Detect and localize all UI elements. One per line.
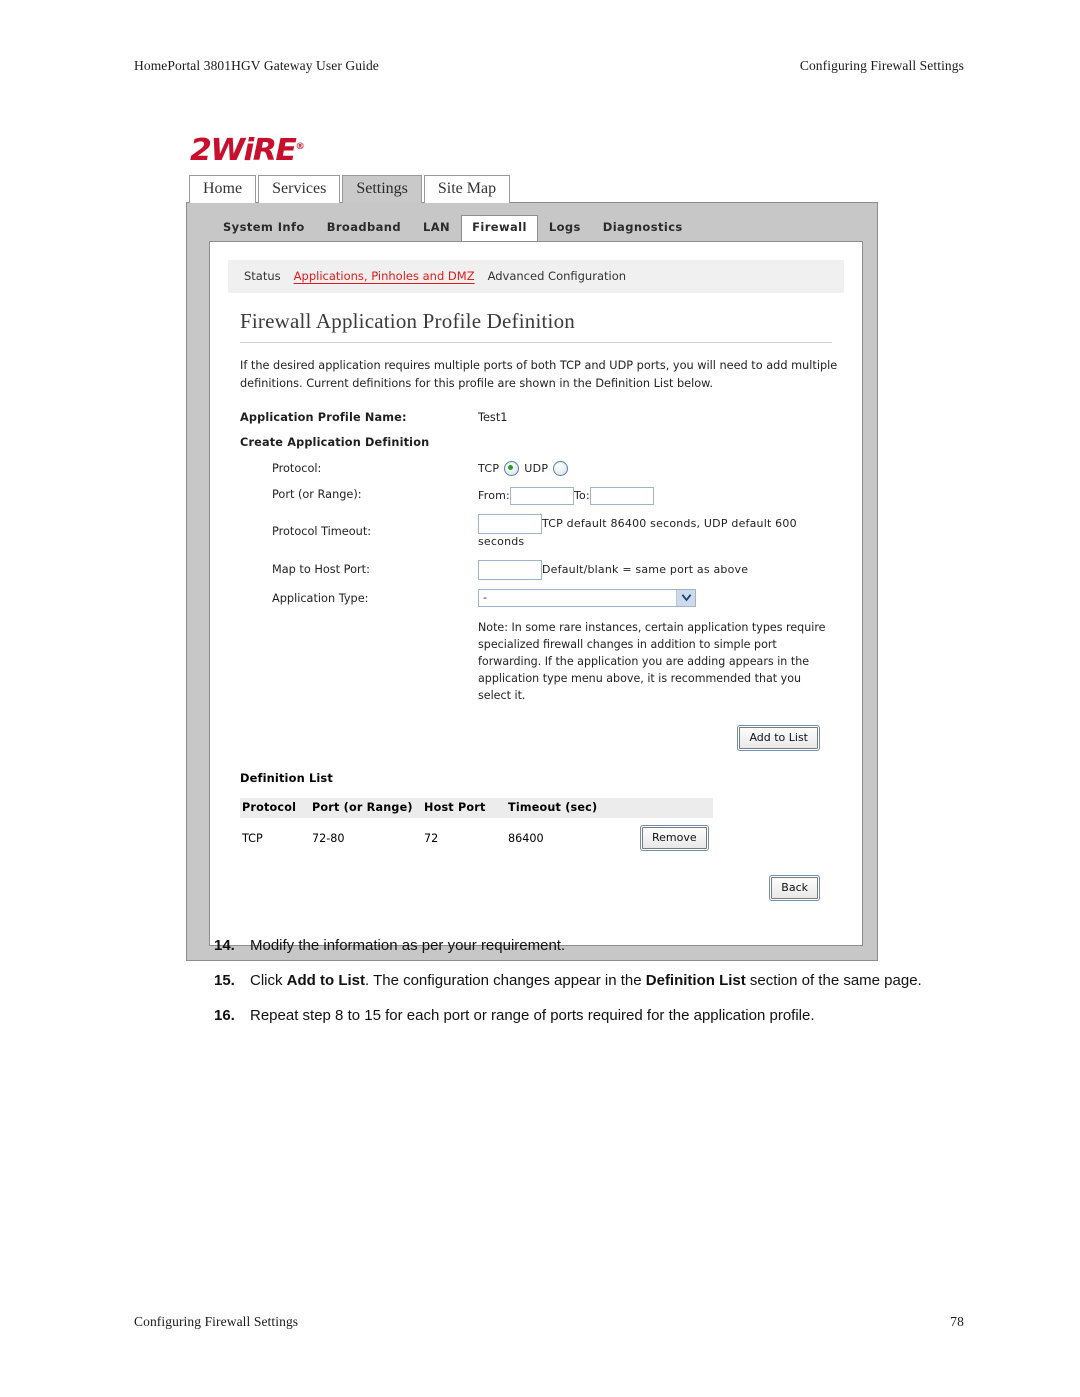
nav-advanced-configuration[interactable]: Advanced Configuration [488,269,626,283]
subtab-broadband[interactable]: Broadband [316,215,412,241]
radio-tcp[interactable] [504,461,520,477]
row-application-type-note: Note: In some rare instances, certain ap… [240,616,832,704]
step-number: 14. [214,937,235,954]
running-head-right: Configuring Firewall Settings [799,58,964,73]
column-header-host-port: Host Port [422,797,506,818]
list-item: 16. Repeat step 8 to 15 for each port or… [214,1005,944,1027]
step-text: Click Add to List. The configuration cha… [250,971,922,989]
label-tcp: TCP [478,461,500,475]
page-title: Firewall Application Profile Definition [240,309,832,344]
heading-create-application-definition: Create Application Definition [240,435,430,449]
cell-actions: Remove [618,818,713,855]
intro-paragraph: If the desired application requires mult… [240,359,838,390]
value-application-profile-name: Test1 [478,410,508,424]
hint-map-to-host-port: Default/blank = same port as above [542,562,749,576]
column-header-port-or-range: Port (or Range) [310,797,422,818]
running-foot-left: Configuring Firewall Settings [134,1314,299,1329]
row-map-to-host-port: Map to Host Port: Default/blank = same p… [240,559,832,580]
cell-host-port: 72 [424,831,439,845]
column-header-timeout-sec: Timeout (sec) [506,797,618,818]
nav-applications-pinholes-dmz[interactable]: Applications, Pinholes and DMZ [294,269,475,283]
input-map-to-host-port[interactable] [478,559,542,580]
label-map-to-host-port: Map to Host Port: [272,562,370,576]
application-definition-form: Application Profile Name: Test1 Create A… [240,410,832,705]
input-protocol-timeout[interactable] [478,513,542,534]
row-profile-name: Application Profile Name: Test1 [240,410,832,427]
label-udp: UDP [524,461,549,475]
radio-udp[interactable] [553,461,569,477]
label-port-or-range: Port (or Range): [272,487,362,501]
tab-settings[interactable]: Settings [342,175,422,204]
step-number: 15. [214,971,235,989]
tab-home[interactable]: Home [189,175,257,204]
registered-trademark-icon: ® [295,142,305,152]
instruction-steps: 14. Modify the information as per your r… [214,935,944,1039]
subtab-lan[interactable]: LAN [412,215,461,241]
input-port-from[interactable] [509,486,574,505]
label-protocol-timeout: Protocol Timeout: [272,524,372,538]
input-port-to[interactable] [589,486,654,505]
table-header-row: Protocol Port (or Range) Host Port Timeo… [240,797,713,818]
list-item: 15. Click Add to List. The configuration… [214,970,944,992]
back-button[interactable]: Back [769,875,820,902]
row-application-type: Application Type: - [240,588,832,608]
secondary-tab-bar: System Info Broadband LAN Firewall Logs … [187,203,877,243]
gateway-ui-screenshot-figure: 2WiRE® Home Services Settings Site Map S… [186,120,878,962]
tab-site-map[interactable]: Site Map [423,175,511,204]
nav-status[interactable]: Status [244,269,281,283]
step-number: 16. [214,1006,235,1024]
column-header-protocol: Protocol [240,797,310,818]
panel-body: Firewall Application Profile Definition … [210,293,862,945]
cell-port-or-range: 72-80 [312,831,345,845]
step-text: Modify the information as per your requi… [250,937,566,954]
content-panel: Status Applications, Pinholes and DMZ Ad… [209,241,863,947]
page-running-foot: Configuring Firewall Settings 78 [134,1314,964,1330]
brand-logo: 2WiRE® [186,120,878,166]
protocol-radio-group: TCP UDP [478,461,571,478]
remove-button[interactable]: Remove [640,824,709,852]
primary-tab-bar: Home Services Settings Site Map [186,175,878,204]
running-head-left: HomePortal 3801HGV Gateway User Guide [134,58,379,73]
chevron-down-icon[interactable] [676,589,695,606]
label-application-profile-name: Application Profile Name: [240,410,407,424]
subtab-diagnostics[interactable]: Diagnostics [592,215,694,241]
select-application-type-value: - [483,591,487,605]
select-application-type[interactable]: - [478,588,696,607]
settings-window: System Info Broadband LAN Firewall Logs … [186,202,878,962]
application-type-note: Note: In some rare instances, certain ap… [478,621,826,702]
list-item: 14. Modify the information as per your r… [214,935,944,957]
logo-wordmark: 2WiRE [190,133,297,168]
label-port-from: From: [478,488,510,502]
add-to-list-button-row: Add to List [240,724,832,751]
row-protocol-timeout: Protocol Timeout: TCP default 86400 seco… [240,513,832,551]
tertiary-nav-bar: Status Applications, Pinholes and DMZ Ad… [228,260,844,294]
subtab-logs[interactable]: Logs [538,215,592,241]
table-row: TCP 72-80 72 86400 Remove [240,818,713,855]
row-port-range: Port (or Range): From: To: [240,486,832,505]
add-to-list-button[interactable]: Add to List [737,724,820,751]
cell-protocol: TCP [242,831,263,845]
back-button-row: Back [240,875,832,902]
label-protocol: Protocol: [272,461,322,475]
subtab-system-info[interactable]: System Info [212,215,316,241]
page-running-head: HomePortal 3801HGV Gateway User Guide Co… [134,58,964,74]
definition-list-title: Definition List [240,770,333,785]
page-number: 78 [950,1314,964,1329]
step-text: Repeat step 8 to 15 for each port or ran… [250,1006,815,1024]
cell-timeout: 86400 [508,831,544,845]
label-application-type: Application Type: [272,591,369,605]
definition-list-table: Protocol Port (or Range) Host Port Timeo… [240,797,713,855]
label-port-to: To: [573,488,590,502]
column-header-actions [618,797,713,818]
subtab-firewall[interactable]: Firewall [461,215,538,243]
row-protocol: Protocol: TCP UDP [240,461,832,478]
tab-services[interactable]: Services [258,175,341,204]
